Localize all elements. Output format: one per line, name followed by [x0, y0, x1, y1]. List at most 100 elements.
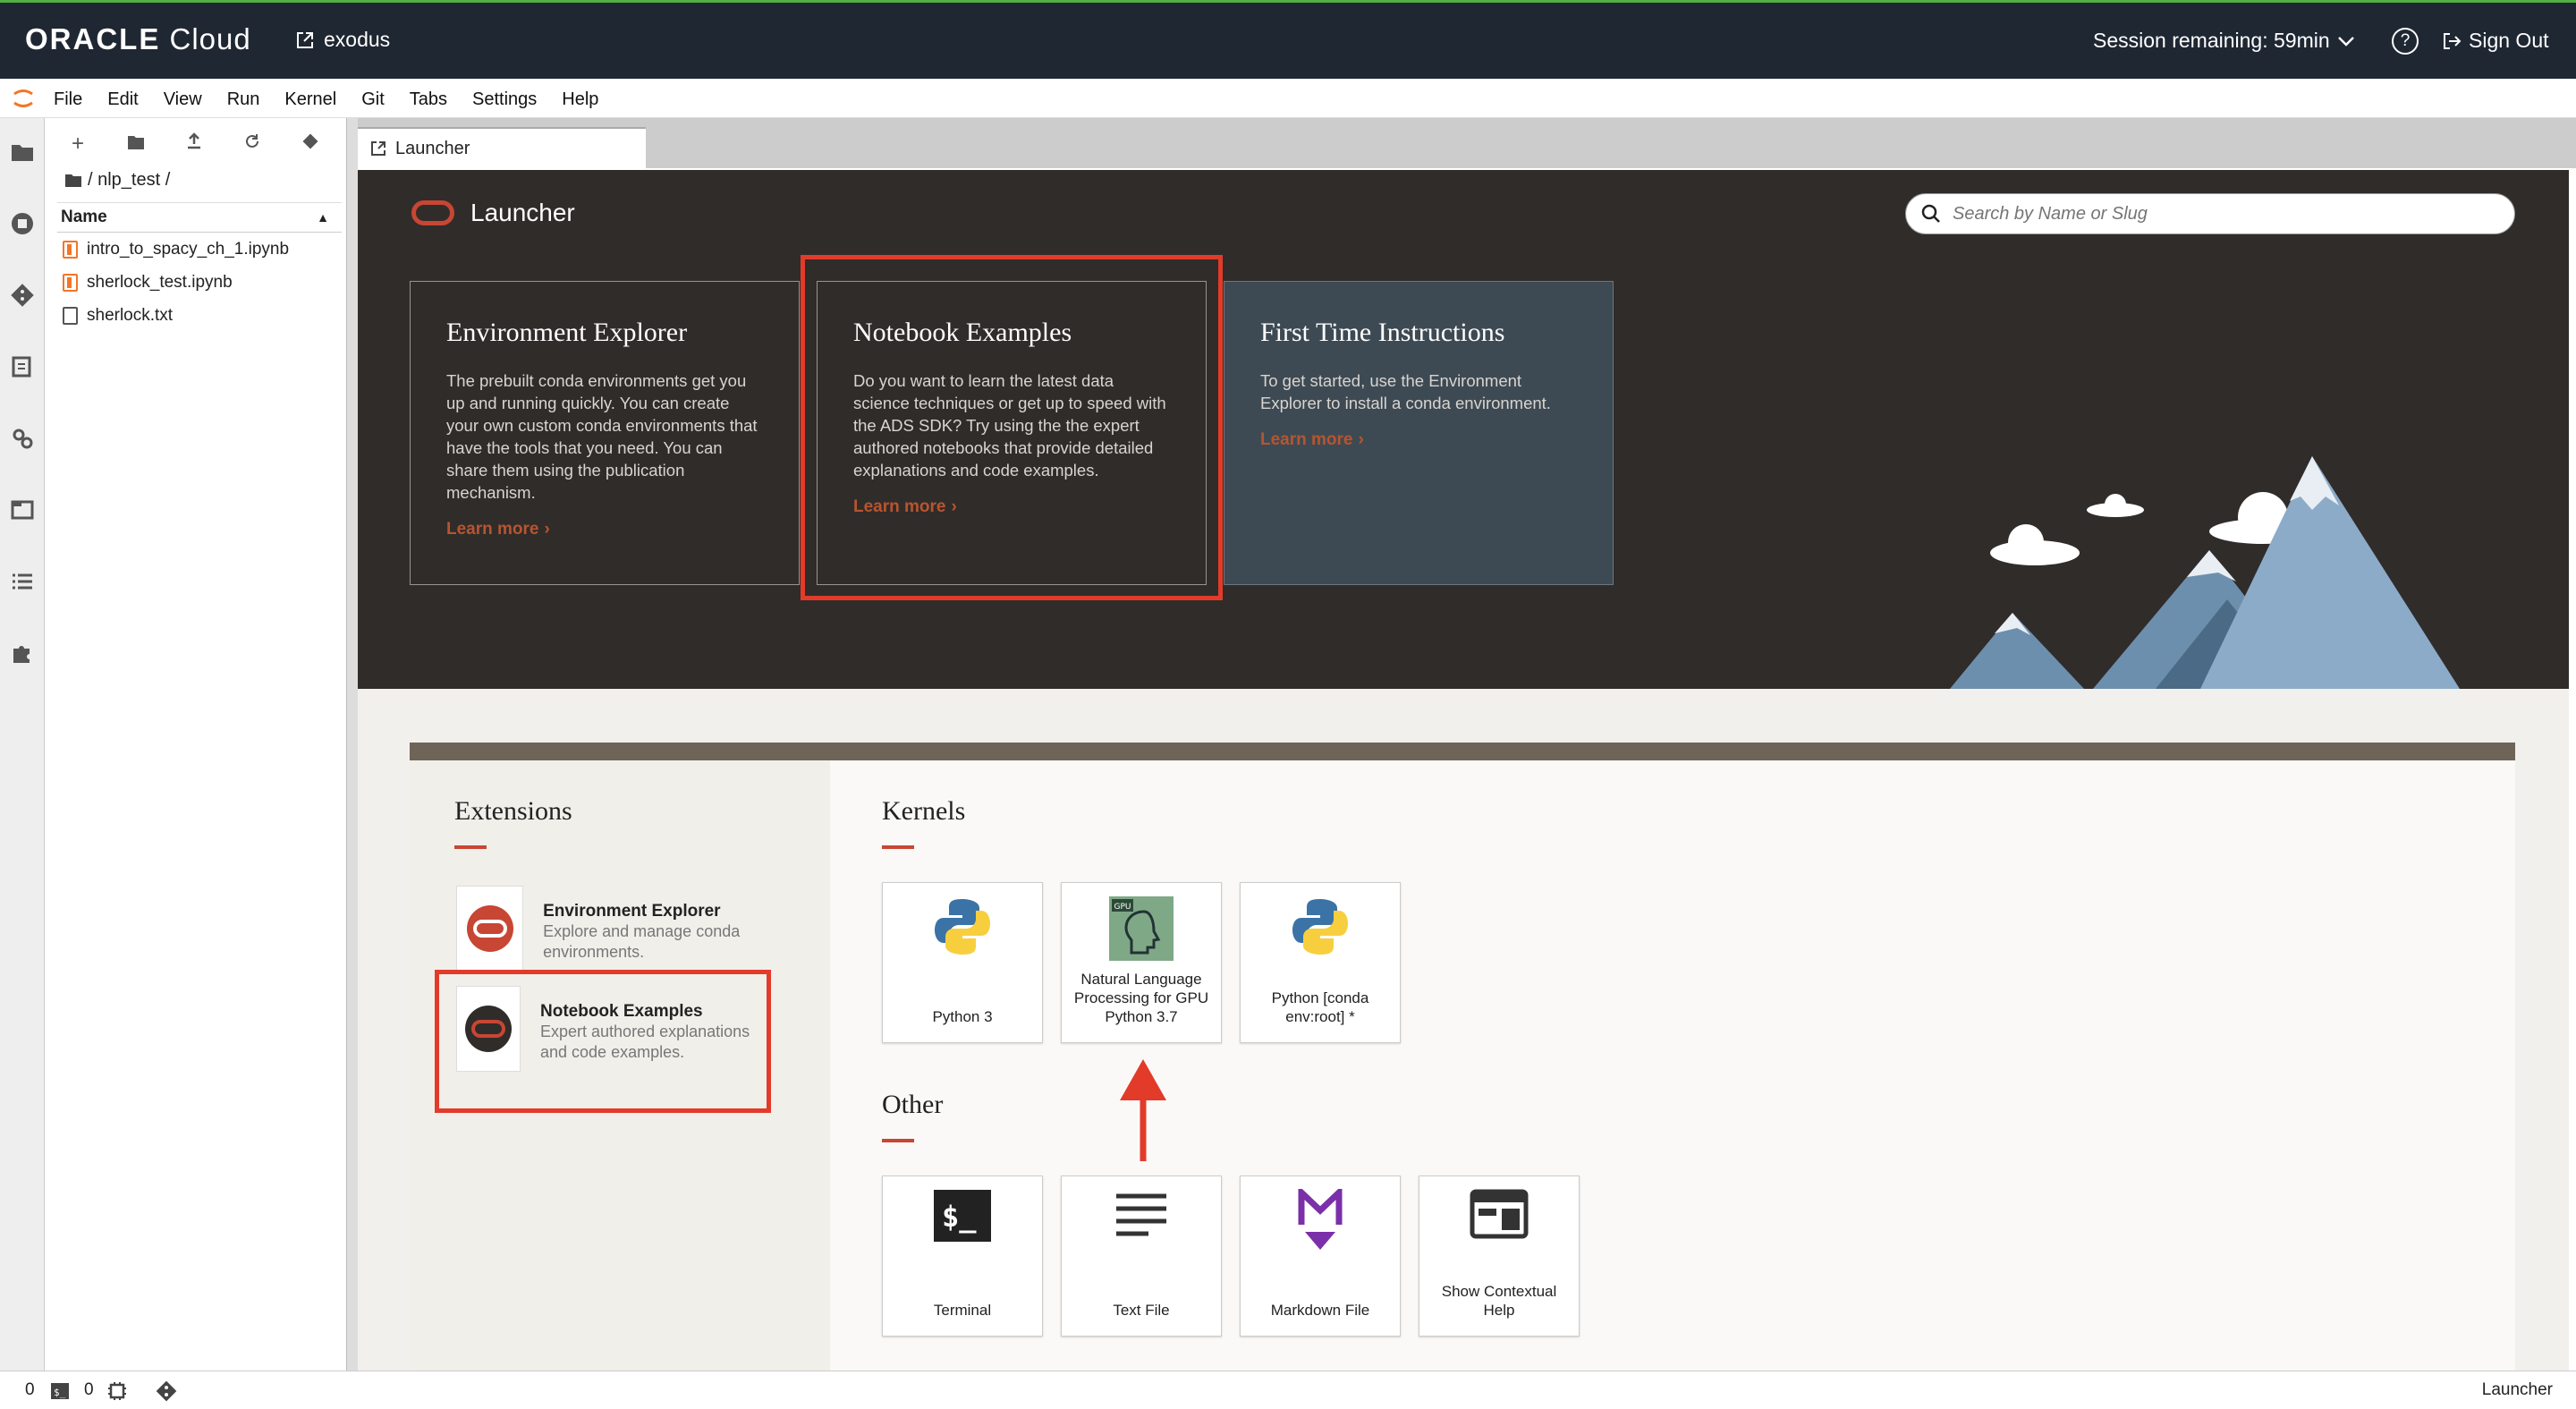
- app-root: ORACLE Cloud exodus Session remaining: 5…: [0, 0, 2576, 1409]
- property-inspector-icon[interactable]: [8, 352, 37, 381]
- card-body: To get started, use the Environment Expl…: [1260, 371, 1551, 412]
- help-icon[interactable]: ?: [2392, 28, 2419, 55]
- top-bar: ORACLE Cloud exodus Session remaining: 5…: [0, 0, 2576, 79]
- git-icon[interactable]: [8, 281, 37, 310]
- menu-edit[interactable]: Edit: [107, 89, 138, 110]
- notebook-icon: [63, 274, 78, 292]
- search-box[interactable]: [1905, 193, 2515, 234]
- extensions-section: Extensions Environment Explorer Explore a…: [410, 760, 830, 1371]
- upload-icon[interactable]: [179, 129, 209, 159]
- status-launcher-label: Launcher: [2481, 1380, 2553, 1399]
- svg-text:$_: $_: [54, 1387, 66, 1398]
- project-link[interactable]: exodus: [295, 28, 390, 52]
- jupyter-logo-icon: [13, 89, 33, 107]
- kernel-label: Python 3: [932, 1008, 993, 1025]
- text-file-icon: [1116, 1193, 1166, 1236]
- menu-view[interactable]: View: [164, 89, 202, 110]
- refresh-icon[interactable]: [237, 129, 267, 159]
- menu-settings[interactable]: Settings: [472, 89, 537, 110]
- extension-environment-explorer[interactable]: Environment Explorer Explore and manage c…: [456, 886, 778, 975]
- folder-icon: [65, 174, 81, 187]
- other-text-file[interactable]: Text File: [1061, 1176, 1222, 1337]
- kernel-label: Python [conda env:root] *: [1271, 989, 1369, 1025]
- other-terminal[interactable]: $_ Terminal: [882, 1176, 1043, 1337]
- search-input[interactable]: [1953, 203, 2489, 225]
- launcher-title-text: Launcher: [470, 199, 575, 226]
- launcher-hero: Launcher Environment Explorer The prebui…: [358, 170, 2569, 689]
- heading-underline: [882, 845, 914, 849]
- launcher-sections: Extensions Environment Explorer Explore a…: [410, 743, 2515, 1371]
- learn-more-label: Learn more: [1260, 430, 1353, 449]
- logo-product: Cloud: [169, 22, 251, 55]
- table-of-contents-icon[interactable]: [8, 567, 37, 596]
- terminal-icon: $_: [934, 1190, 991, 1242]
- menu-file[interactable]: File: [54, 89, 82, 110]
- session-dropdown[interactable]: Session remaining: 59min: [2093, 29, 2355, 53]
- tab-label: Launcher: [395, 138, 470, 158]
- kernel-python-3[interactable]: Python 3: [882, 882, 1043, 1043]
- text-file-icon: [63, 307, 78, 325]
- other-show-contextual-help[interactable]: Show Contextual Help: [1419, 1176, 1580, 1337]
- name-column-header[interactable]: Name ▲: [57, 202, 342, 233]
- chevron-right-icon: ›: [544, 520, 550, 539]
- kernel-status-icon[interactable]: [107, 1381, 127, 1401]
- folder-icon[interactable]: [8, 138, 37, 166]
- left-activity-bar: [0, 118, 45, 1371]
- first-time-instructions-card[interactable]: First Time Instructions To get started, …: [1224, 281, 1614, 585]
- menu-run[interactable]: Run: [227, 89, 260, 110]
- file-browser-toolbar: +: [45, 129, 347, 159]
- other-label: Markdown File: [1270, 1302, 1370, 1319]
- file-row[interactable]: sherlock_test.ipynb: [63, 267, 233, 298]
- heading-underline: [454, 845, 487, 849]
- panel-splitter[interactable]: [347, 118, 358, 1371]
- python-logo-icon: [1292, 899, 1348, 955]
- tabs-icon[interactable]: [8, 496, 37, 524]
- launcher-tab-icon: [371, 141, 386, 156]
- file-name: intro_to_spacy_ch_1.ipynb: [87, 240, 290, 259]
- terminal-status-icon[interactable]: $_: [50, 1382, 70, 1400]
- extension-title: Environment Explorer: [543, 902, 721, 921]
- oracle-oval-icon: [411, 200, 454, 225]
- notebook-examples-extension-highlight-box: [435, 970, 771, 1113]
- status-count-1[interactable]: 0: [25, 1380, 35, 1400]
- breadcrumb[interactable]: / nlp_test /: [64, 170, 170, 191]
- menu-tabs[interactable]: Tabs: [410, 89, 447, 110]
- oracle-cloud-logo[interactable]: ORACLE Cloud: [25, 22, 251, 56]
- file-row[interactable]: intro_to_spacy_ch_1.ipynb: [63, 234, 289, 265]
- git-clone-icon[interactable]: [295, 129, 326, 159]
- settings-cogs-icon[interactable]: [8, 424, 37, 453]
- extensions-puzzle-icon[interactable]: [8, 639, 37, 667]
- sign-out-icon: [2444, 32, 2462, 49]
- card-body: The prebuilt conda environments get you …: [446, 371, 758, 502]
- file-name: sherlock.txt: [87, 306, 174, 325]
- kernels-heading: Kernels: [882, 796, 966, 826]
- git-status-icon[interactable]: [154, 1379, 179, 1404]
- heading-underline: [882, 1139, 914, 1142]
- learn-more-link[interactable]: Learn more ›: [446, 520, 763, 539]
- sort-ascending-icon: ▲: [317, 210, 329, 225]
- environment-explorer-card[interactable]: Environment Explorer The prebuilt conda …: [410, 281, 800, 585]
- status-count-2[interactable]: 0: [84, 1380, 94, 1400]
- notebook-icon: [63, 241, 78, 259]
- running-sessions-icon[interactable]: [8, 209, 37, 238]
- chevron-right-icon: ›: [1358, 430, 1364, 449]
- chevron-down-icon: [2337, 36, 2354, 47]
- external-link-icon: [297, 31, 313, 48]
- menu-kernel[interactable]: Kernel: [284, 89, 336, 110]
- new-folder-icon[interactable]: [121, 129, 151, 159]
- sign-out-label: Sign Out: [2469, 29, 2549, 52]
- learn-more-link[interactable]: Learn more ›: [1260, 430, 1577, 450]
- kernel-nlp-gpu-python-37[interactable]: GPU Natural Language Processing for GPU …: [1061, 882, 1222, 1043]
- status-bar: 0 $_ 0 Launcher: [0, 1371, 2576, 1409]
- file-row[interactable]: sherlock.txt: [63, 301, 173, 331]
- kernel-python-conda-root[interactable]: Python [conda env:root] *: [1240, 882, 1401, 1043]
- menu-help[interactable]: Help: [562, 89, 598, 110]
- other-markdown-file[interactable]: Markdown File: [1240, 1176, 1401, 1337]
- menu-git[interactable]: Git: [361, 89, 385, 110]
- kernel-label: Natural Language Processing for GPU Pyth…: [1073, 971, 1209, 1025]
- markdown-icon: [1298, 1189, 1343, 1250]
- menu-items: File Edit View Run Kernel Git Tabs Setti…: [54, 89, 623, 110]
- new-launcher-plus-icon[interactable]: +: [63, 129, 93, 159]
- sign-out-button[interactable]: Sign Out: [2442, 29, 2549, 53]
- tab-launcher[interactable]: Launcher: [358, 127, 646, 168]
